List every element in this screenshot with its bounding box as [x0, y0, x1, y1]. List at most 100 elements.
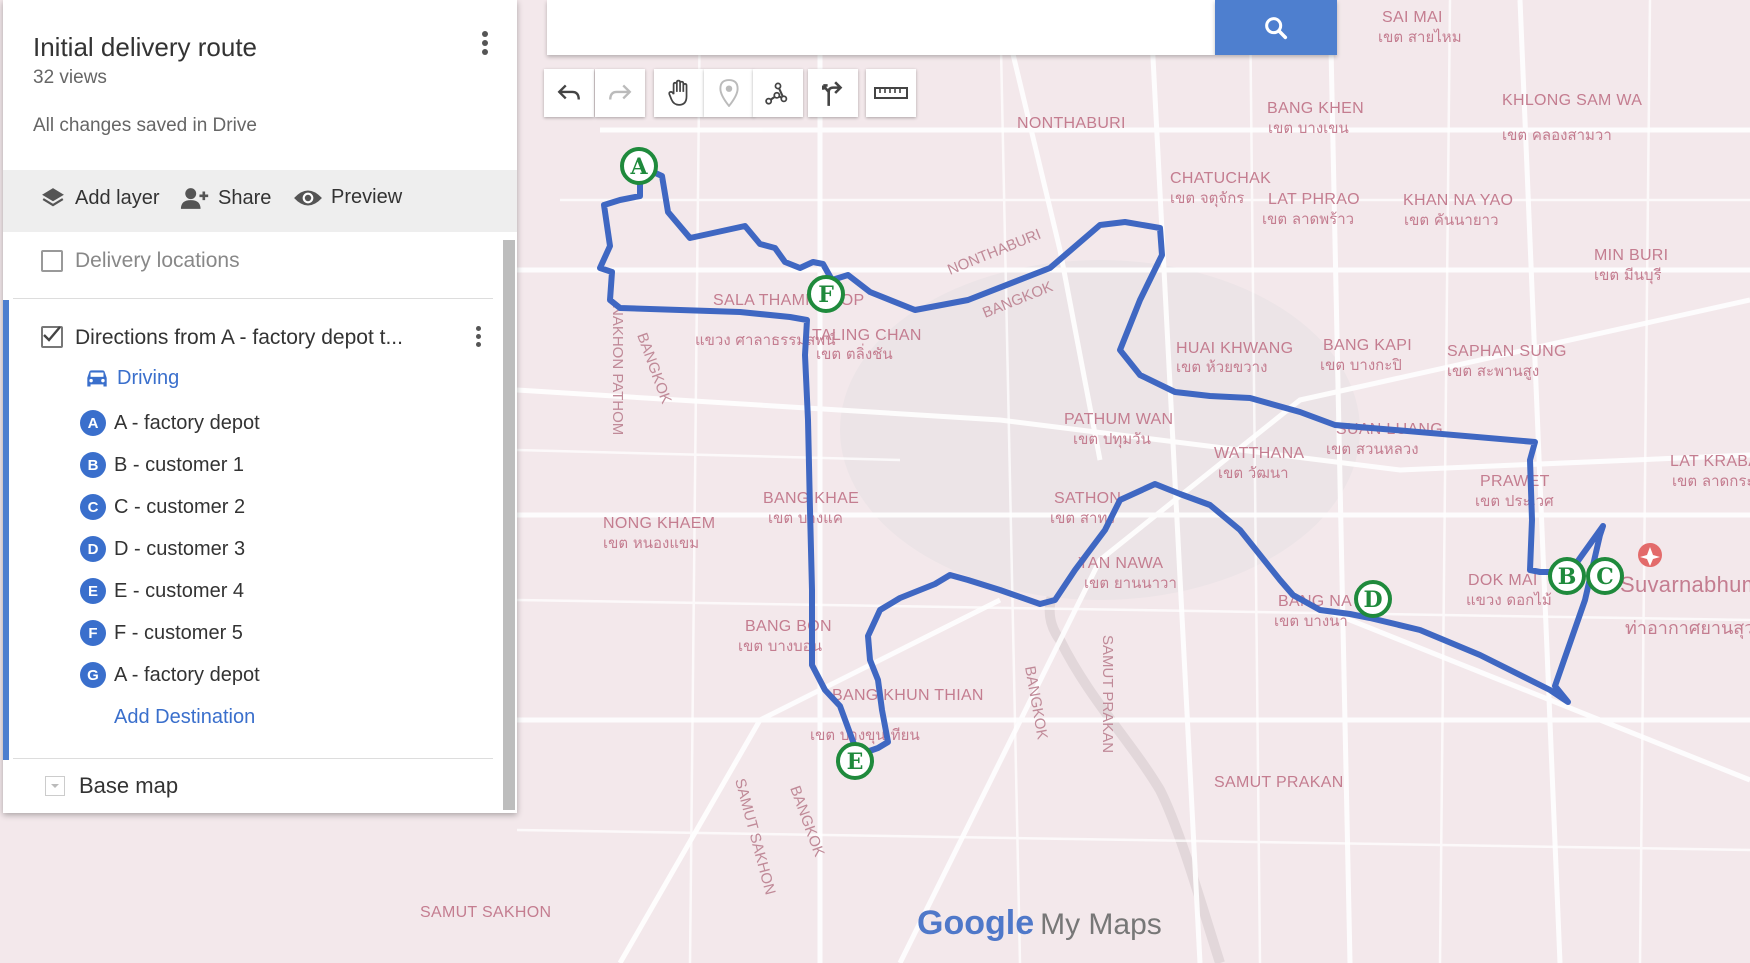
- action-bar: Add layer Share Preview: [3, 170, 517, 232]
- stop-badge: F: [80, 620, 106, 646]
- google-wordmark: Google: [917, 904, 1035, 942]
- label-lat-phrao: LAT PHRAO: [1268, 191, 1360, 208]
- label-pathum-wan: PATHUM WAN: [1064, 411, 1173, 428]
- airport-marker: [1638, 543, 1662, 567]
- add-marker-button[interactable]: [704, 69, 754, 117]
- hand-icon: [668, 79, 688, 106]
- travel-mode-driving[interactable]: Driving: [83, 367, 179, 390]
- svg-text:เขต ประเวศ: เขต ประเวศ: [1475, 492, 1554, 510]
- svg-text:เขต ห้วยขวาง: เขต ห้วยขวาง: [1176, 358, 1267, 376]
- svg-text:เขต สายไหม: เขต สายไหม: [1378, 28, 1462, 46]
- ruler-icon: [874, 87, 908, 99]
- route-stop[interactable]: D D - customer 3: [80, 536, 245, 562]
- undo-button[interactable]: [544, 69, 594, 117]
- measure-button[interactable]: [866, 69, 916, 117]
- svg-text:ท่าอากาศยานสุวรรณภูมิ: ท่าอากาศยานสุวรรณภูมิ: [1625, 618, 1750, 639]
- svg-text:B: B: [1558, 564, 1577, 590]
- more-vert-icon: [472, 326, 484, 347]
- route-stop[interactable]: A A - factory depot: [80, 410, 260, 436]
- label-sai-mai: SAI MAI: [1382, 9, 1443, 26]
- label-nong-khaem: NONG KHAEM: [603, 515, 715, 532]
- marker-a: A: [620, 147, 658, 185]
- label-dok-mai: DOK MAI: [1468, 572, 1538, 589]
- layer-checkbox-delivery-locations[interactable]: [41, 250, 63, 272]
- view-count: 32 views: [33, 67, 107, 88]
- label-khan-na-yao: KHAN NA YAO: [1403, 192, 1513, 209]
- svg-text:เขต วัฒนา: เขต วัฒนา: [1218, 464, 1289, 482]
- layer-label-delivery-locations[interactable]: Delivery locations: [75, 249, 240, 273]
- stop-badge: D: [80, 536, 106, 562]
- chevron-down-icon: [51, 784, 59, 788]
- stop-badge: C: [80, 494, 106, 520]
- svg-text:F: F: [818, 282, 834, 308]
- layer-checkbox-directions[interactable]: [41, 326, 63, 348]
- search-input[interactable]: [547, 0, 1215, 55]
- label-chatuchak: CHATUCHAK: [1170, 170, 1271, 187]
- route-stop[interactable]: G A - factory depot: [80, 662, 260, 688]
- route-stop[interactable]: C C - customer 2: [80, 494, 245, 520]
- select-tool-button[interactable]: [654, 69, 704, 117]
- label-khlong-sam-wa: KHLONG SAM WA: [1502, 92, 1642, 109]
- panel-scrollbar[interactable]: [503, 240, 515, 810]
- label-huai-khwang: HUAI KHWANG: [1176, 340, 1293, 357]
- stop-badge: A: [80, 410, 106, 436]
- base-map-toggle[interactable]: [45, 776, 65, 796]
- label-samut-sakhon: SAMUT SAKHON: [420, 904, 551, 921]
- svg-text:เขต บางกะปิ: เขต บางกะปิ: [1320, 356, 1402, 374]
- svg-text:A: A: [629, 154, 648, 180]
- svg-text:เขต จตุจักร: เขต จตุจักร: [1170, 189, 1244, 208]
- undo-icon: [557, 84, 580, 100]
- label-min-buri: MIN BURI: [1594, 247, 1668, 264]
- map-title[interactable]: Initial delivery route: [33, 32, 257, 63]
- share-button[interactable]: Share: [178, 186, 271, 210]
- more-vert-icon: [473, 31, 497, 55]
- marker-b: B: [1548, 557, 1586, 595]
- layer-label-directions[interactable]: Directions from A - factory depot t...: [75, 326, 403, 350]
- checkmark-icon: [43, 326, 61, 342]
- stop-badge: G: [80, 662, 106, 688]
- svg-text:เขต ตลิ่งชัน: เขต ตลิ่งชัน: [816, 343, 893, 363]
- active-layer-indicator: [3, 300, 9, 760]
- svg-text:แขวง ดอกไม้: แขวง ดอกไม้: [1466, 591, 1552, 609]
- svg-text:เขต สวนหลวง: เขต สวนหลวง: [1326, 440, 1419, 458]
- label-taling-chan: TALING CHAN: [812, 327, 922, 344]
- svg-text:C: C: [1596, 564, 1614, 590]
- my-maps-wordmark: My Maps: [1040, 908, 1162, 941]
- directions-icon: [822, 81, 843, 106]
- add-person-icon: [180, 188, 209, 209]
- svg-text:เขต ลาดพร้าว: เขต ลาดพร้าว: [1262, 210, 1354, 228]
- add-directions-button[interactable]: [808, 69, 858, 117]
- svg-text:เขต บางแค: เขต บางแค: [768, 509, 843, 527]
- preview-button[interactable]: Preview: [293, 186, 402, 209]
- base-map-row[interactable]: Base map: [3, 758, 517, 813]
- layer-options-button[interactable]: [472, 323, 484, 355]
- svg-text:เขต คันนายาว: เขต คันนายาว: [1404, 211, 1499, 229]
- svg-text:เขต หนองแขม: เขต หนองแขม: [603, 534, 699, 552]
- base-map-label: Base map: [79, 773, 179, 798]
- redo-button[interactable]: [595, 69, 645, 117]
- route-stop[interactable]: B B - customer 1: [80, 452, 244, 478]
- svg-text:เขต ปทุมวัน: เขต ปทุมวัน: [1073, 430, 1151, 449]
- add-destination-link[interactable]: Add Destination: [114, 706, 255, 729]
- layers-icon: [42, 188, 64, 207]
- label-bang-kapi: BANG KAPI: [1323, 337, 1412, 354]
- save-status: All changes saved in Drive: [33, 115, 257, 136]
- svg-text:เขต มีนบุรี: เขต มีนบุรี: [1594, 266, 1662, 285]
- draw-line-button[interactable]: [753, 69, 803, 117]
- add-layer-button[interactable]: Add layer: [39, 186, 160, 210]
- svg-text:SAMUT PRAKAN: SAMUT PRAKAN: [1099, 635, 1116, 753]
- label-nonthaburi: NONTHABURI: [1017, 115, 1126, 132]
- map-options-button[interactable]: [473, 28, 497, 60]
- label-prawet: PRAWET: [1480, 473, 1550, 490]
- search-icon: [1265, 16, 1288, 39]
- route-stop[interactable]: F F - customer 5: [80, 620, 243, 646]
- search-button[interactable]: [1215, 0, 1337, 55]
- label-saphan-sung: SAPHAN SUNG: [1447, 343, 1567, 360]
- label-samut-prakan: SAMUT PRAKAN: [1214, 774, 1344, 791]
- route-stop[interactable]: E E - customer 4: [80, 578, 244, 604]
- stop-badge: E: [80, 578, 106, 604]
- svg-text:D: D: [1363, 587, 1382, 613]
- label-bang-khen: BANG KHEN: [1267, 100, 1364, 117]
- draw-line-icon: [765, 82, 788, 105]
- svg-text:NAKHON PATHOM: NAKHON PATHOM: [609, 305, 626, 435]
